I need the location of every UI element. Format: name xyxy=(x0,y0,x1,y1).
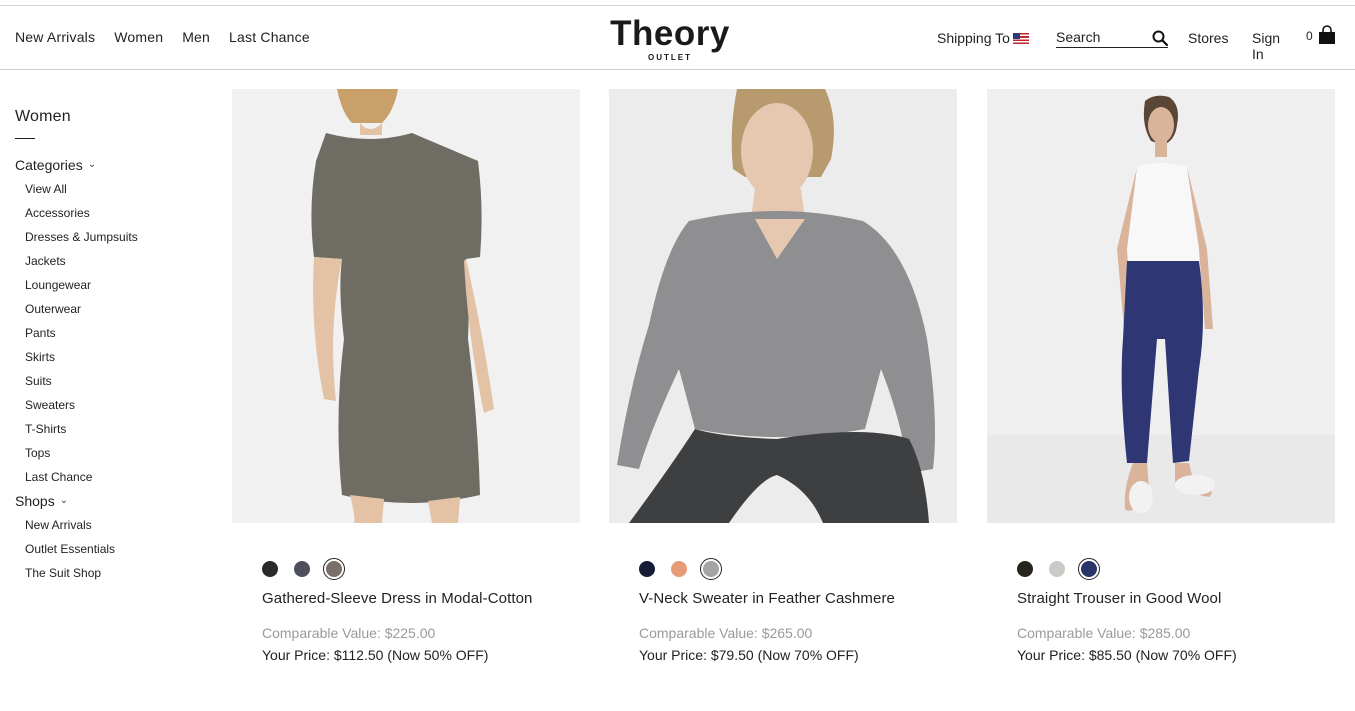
swatch-navy[interactable] xyxy=(639,561,655,577)
product-card[interactable]: Gathered-Sleeve Dress in Modal-Cotton Co… xyxy=(232,89,580,663)
nav-new-arrivals[interactable]: New Arrivals xyxy=(15,29,95,45)
color-swatches xyxy=(987,558,1335,580)
shopping-bag-icon[interactable] xyxy=(1318,25,1336,45)
swatch-navy-selected[interactable] xyxy=(1078,558,1100,580)
sidebar-title: Women xyxy=(15,108,71,125)
sidebar-item-tops[interactable]: Tops xyxy=(15,441,205,465)
product-image-dress[interactable] xyxy=(232,89,580,523)
sign-in-link[interactable]: Sign In xyxy=(1252,30,1280,62)
site-header: New Arrivals Women Men Last Chance Theor… xyxy=(0,6,1355,70)
your-price: Your Price: $85.50 (Now 70% OFF) xyxy=(1017,647,1237,663)
site-logo[interactable]: Theory OUTLET xyxy=(603,14,737,63)
nav-last-chance[interactable]: Last Chance xyxy=(229,29,310,45)
product-name[interactable]: Gathered-Sleeve Dress in Modal-Cotton xyxy=(232,590,580,607)
sidebar-divider xyxy=(15,138,35,139)
swatch-light-grey[interactable] xyxy=(1049,561,1065,577)
product-card[interactable]: Straight Trouser in Good Wool Comparable… xyxy=(987,89,1335,663)
swatch-peach[interactable] xyxy=(671,561,687,577)
logo-wordmark: Theory xyxy=(610,14,730,53)
chevron-down-icon: ⌄ xyxy=(59,495,69,506)
product-image-sweater[interactable] xyxy=(609,89,957,523)
sidebar-item-dresses-jumpsuits[interactable]: Dresses & Jumpsuits xyxy=(15,225,205,249)
sidebar-item-pants[interactable]: Pants xyxy=(15,321,205,345)
chevron-down-icon: ⌄ xyxy=(87,159,97,170)
color-swatches xyxy=(609,558,957,580)
sidebar-item-outerwear[interactable]: Outerwear xyxy=(15,297,205,321)
categories-label: Categories xyxy=(15,157,83,173)
sidebar-item-loungewear[interactable]: Loungewear xyxy=(15,273,205,297)
product-image-trouser[interactable] xyxy=(987,89,1335,523)
comparable-value: Comparable Value: $265.00 xyxy=(639,625,813,641)
your-price: Your Price: $79.50 (Now 70% OFF) xyxy=(639,647,859,663)
category-sidebar: Women Categories ⌄ View All Accessories … xyxy=(15,108,205,585)
nav-women[interactable]: Women xyxy=(114,29,163,45)
nav-men[interactable]: Men xyxy=(182,29,210,45)
color-swatches xyxy=(232,558,580,580)
sidebar-item-accessories[interactable]: Accessories xyxy=(15,201,205,225)
sidebar-item-suits[interactable]: Suits xyxy=(15,369,205,393)
sidebar-item-jackets[interactable]: Jackets xyxy=(15,249,205,273)
sidebar-item-new-arrivals[interactable]: New Arrivals xyxy=(15,513,205,537)
your-price: Your Price: $112.50 (Now 50% OFF) xyxy=(262,647,489,663)
swatch-grey-selected[interactable] xyxy=(323,558,345,580)
logo-subtitle: OUTLET xyxy=(648,53,692,62)
sidebar-item-view-all[interactable]: View All xyxy=(15,177,205,201)
sidebar-item-suit-shop[interactable]: The Suit Shop xyxy=(15,561,205,585)
search-icon[interactable] xyxy=(1152,30,1168,46)
swatch-grey-selected[interactable] xyxy=(700,558,722,580)
shops-label: Shops xyxy=(15,493,55,509)
product-name[interactable]: V-Neck Sweater in Feather Cashmere xyxy=(609,590,957,607)
shipping-label: Shipping To xyxy=(937,30,1010,46)
comparable-value: Comparable Value: $285.00 xyxy=(1017,625,1191,641)
search-box xyxy=(1056,28,1168,48)
sidebar-item-t-shirts[interactable]: T-Shirts xyxy=(15,417,205,441)
trouser-model-illustration xyxy=(987,95,1335,523)
sidebar-item-sweaters[interactable]: Sweaters xyxy=(15,393,205,417)
sidebar-item-outlet-essentials[interactable]: Outlet Essentials xyxy=(15,537,205,561)
search-input[interactable] xyxy=(1056,28,1146,45)
sidebar-item-skirts[interactable]: Skirts xyxy=(15,345,205,369)
swatch-black[interactable] xyxy=(1017,561,1033,577)
swatch-black[interactable] xyxy=(262,561,278,577)
dress-model-illustration xyxy=(311,89,494,523)
product-card[interactable]: V-Neck Sweater in Feather Cashmere Compa… xyxy=(609,89,957,663)
stores-link[interactable]: Stores xyxy=(1188,30,1228,46)
categories-toggle[interactable]: Categories ⌄ xyxy=(15,153,205,177)
shops-toggle[interactable]: Shops ⌄ xyxy=(15,489,205,513)
sweater-model-illustration xyxy=(617,89,935,523)
sidebar-item-last-chance[interactable]: Last Chance xyxy=(15,465,205,489)
us-flag-icon xyxy=(1012,33,1029,44)
shipping-selector[interactable]: Shipping To xyxy=(937,30,1029,46)
main-nav: New Arrivals Women Men Last Chance xyxy=(15,29,329,45)
swatch-charcoal[interactable] xyxy=(294,561,310,577)
comparable-value: Comparable Value: $225.00 xyxy=(262,625,436,641)
cart-count: 0 xyxy=(1306,29,1313,43)
product-name[interactable]: Straight Trouser in Good Wool xyxy=(987,590,1335,607)
